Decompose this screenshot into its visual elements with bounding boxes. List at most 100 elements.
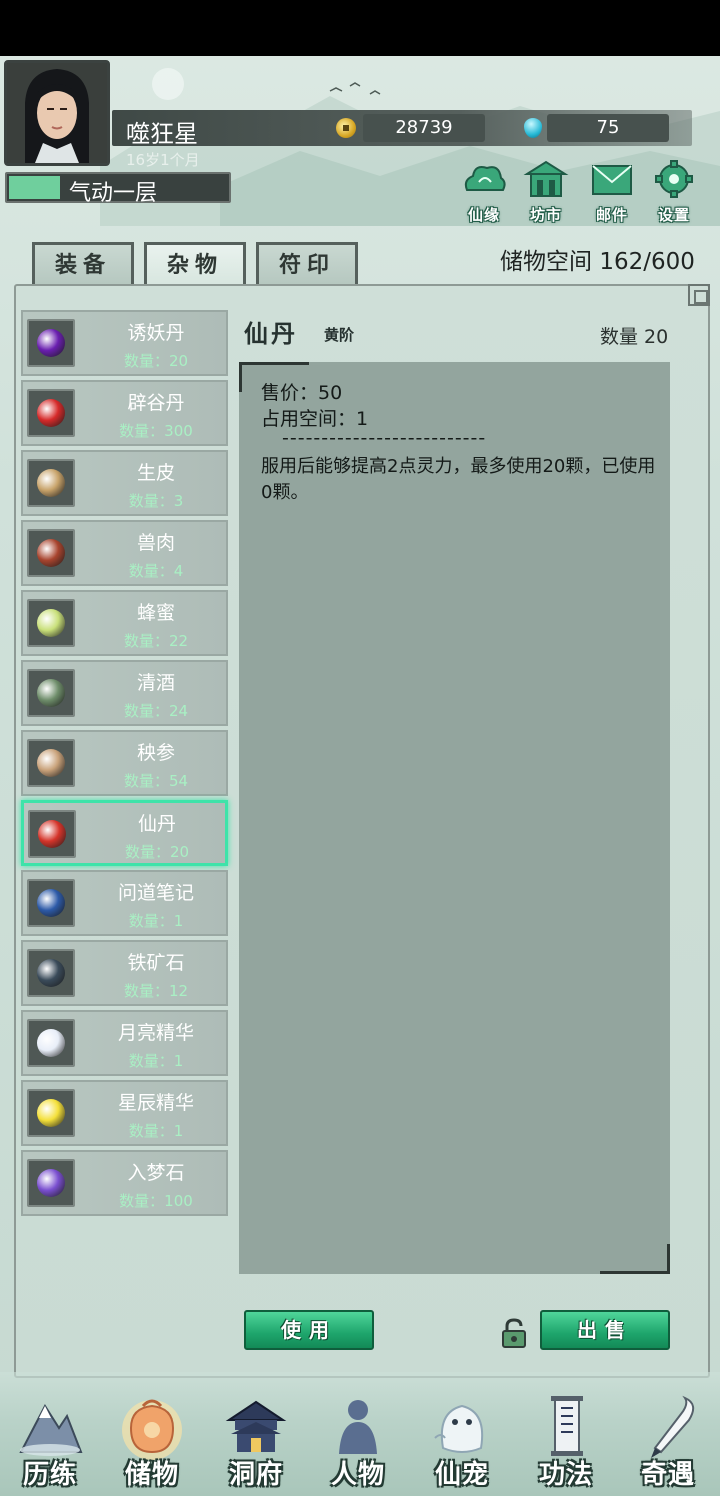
nav-storage[interactable]: 储物 xyxy=(104,1392,200,1492)
item-name: 月亮精华 xyxy=(117,1022,194,1044)
realm-progress-fill xyxy=(9,176,61,199)
mail-button[interactable]: 邮件 xyxy=(584,160,640,224)
nav-adventure-label: 奇遇 xyxy=(640,1460,695,1490)
item-quantity: 数量：100 xyxy=(119,1192,193,1210)
item-row[interactable]: 清酒 数量：24 xyxy=(21,660,228,726)
market-button[interactable]: 坊市 xyxy=(518,160,574,224)
item-icon-frame xyxy=(27,669,75,717)
wine-pot-icon xyxy=(37,679,65,707)
avatar[interactable] xyxy=(4,60,110,166)
item-row[interactable]: 兽肉 数量：4 xyxy=(21,520,228,586)
moon-icon xyxy=(37,1029,65,1057)
item-icon-frame xyxy=(27,599,75,647)
item-row[interactable]: 生皮数量：3 xyxy=(21,450,228,516)
elixir-icon xyxy=(38,820,66,848)
xianyuan-button[interactable]: 仙缘 xyxy=(456,160,512,224)
cloud-icon xyxy=(464,166,506,191)
nav-character-label: 人物 xyxy=(330,1460,385,1490)
coin-icon xyxy=(336,118,356,138)
item-row[interactable]: 月亮精华 数量：1 xyxy=(21,1010,228,1076)
unlock-icon[interactable] xyxy=(500,1318,528,1348)
market-label: 坊市 xyxy=(529,206,562,224)
item-row[interactable]: 辟谷丹数量：300 xyxy=(21,380,228,446)
detail-divider: -------------------------- xyxy=(282,427,487,449)
nav-character[interactable]: 人物 xyxy=(310,1392,406,1492)
realm-label: 气动一层 xyxy=(69,181,158,206)
settings-button[interactable]: 设置 xyxy=(646,160,702,224)
player-age: 16岁1个月 xyxy=(126,151,200,169)
item-icon-frame xyxy=(27,319,75,367)
app-root: 噬狂星 16岁1个月 28739 75 气动一层 仙缘 坊市 邮件 设置 装备 … xyxy=(0,56,720,1496)
hide-icon xyxy=(37,469,65,497)
item-name: 秧参 xyxy=(136,742,175,764)
item-row[interactable]: 铁矿石数量：12 xyxy=(21,940,228,1006)
nav-pet[interactable]: 仙宠 xyxy=(414,1392,510,1492)
item-name: 铁矿石 xyxy=(127,952,185,974)
item-icon-frame xyxy=(27,1019,75,1067)
iron-ore-icon xyxy=(37,959,65,987)
corner-ornament-icon xyxy=(688,284,710,306)
detail-corner-br xyxy=(600,1244,670,1274)
tab-talisman[interactable]: 符印 xyxy=(256,242,358,286)
mail-icon xyxy=(592,165,632,195)
item-icon-frame xyxy=(28,810,76,858)
item-quantity: 数量：22 xyxy=(123,632,189,650)
tab-equipment[interactable]: 装备 xyxy=(32,242,134,286)
star-icon xyxy=(37,1099,65,1127)
item-icon-frame xyxy=(27,459,75,507)
honey-bottle-icon xyxy=(37,609,65,637)
item-quantity: 数量：300 xyxy=(119,422,193,440)
use-button[interactable]: 使用 xyxy=(244,1310,374,1350)
item-name: 辟谷丹 xyxy=(127,392,185,414)
nav-training[interactable]: 历练 xyxy=(2,1392,98,1492)
item-name: 兽肉 xyxy=(136,532,175,554)
pet-icon xyxy=(434,1404,484,1453)
book-icon xyxy=(37,889,65,917)
item-quantity: 数量：3 xyxy=(128,492,184,510)
nav-adventure[interactable]: 奇遇 xyxy=(620,1392,716,1492)
item-row[interactable]: 秧参数量：54 xyxy=(21,730,228,796)
item-quantity: 数量：1 xyxy=(128,912,184,930)
item-name: 入梦石 xyxy=(127,1162,185,1184)
dream-stone-icon xyxy=(37,1169,65,1197)
item-row[interactable]: 仙丹 数量：20 xyxy=(21,800,228,866)
player-name: 噬狂星 xyxy=(126,120,198,148)
storage-label: 储物空间 xyxy=(500,249,592,275)
item-row[interactable]: 问道笔记数量：1 xyxy=(21,870,228,936)
item-row[interactable]: 诱妖丹 数量：20 xyxy=(21,310,228,376)
item-name: 生皮 xyxy=(136,462,175,484)
item-quantity: 数量：1 xyxy=(128,1122,184,1140)
item-icon-frame xyxy=(27,529,75,577)
item-icon-frame xyxy=(27,879,75,927)
detail-price: 售价：50 xyxy=(261,382,343,404)
sell-button[interactable]: 出售 xyxy=(540,1310,670,1350)
item-quantity: 数量：20 xyxy=(124,843,190,861)
detail-description: 服用后能够提高2点灵力，最多使用20颗，已使用0颗。 xyxy=(261,456,656,503)
red-pill-icon xyxy=(37,399,65,427)
item-quantity: 数量：54 xyxy=(123,772,189,790)
nav-skills-label: 功法 xyxy=(538,1460,593,1490)
item-quantity: 数量：12 xyxy=(123,982,189,1000)
item-icon-frame xyxy=(27,1159,75,1207)
nav-training-label: 历练 xyxy=(22,1460,77,1490)
nav-skills[interactable]: 功法 xyxy=(518,1392,614,1492)
item-quantity: 数量：20 xyxy=(123,352,189,370)
nav-cave[interactable]: 洞府 xyxy=(208,1392,304,1492)
item-row[interactable]: 星辰精华数量：1 xyxy=(21,1080,228,1146)
brush-icon xyxy=(651,1395,695,1458)
item-name: 星辰精华 xyxy=(117,1092,194,1114)
ginseng-icon xyxy=(37,749,65,777)
gear-icon xyxy=(655,160,693,198)
avatar-portrait xyxy=(7,63,107,163)
item-row[interactable]: 入梦石数量：100 xyxy=(21,1150,228,1216)
item-name: 问道笔记 xyxy=(117,882,194,904)
bag-icon xyxy=(122,1399,182,1460)
detail-quantity: 数量 20 xyxy=(600,326,669,348)
market-icon xyxy=(523,160,569,197)
nav-pet-label: 仙宠 xyxy=(434,1460,489,1490)
detail-title: 仙丹 xyxy=(244,320,298,348)
tab-misc[interactable]: 杂物 xyxy=(144,242,246,288)
xianyuan-label: 仙缘 xyxy=(467,206,500,224)
item-row[interactable]: 蜂蜜 数量：22 xyxy=(21,590,228,656)
item-icon-frame xyxy=(27,739,75,787)
